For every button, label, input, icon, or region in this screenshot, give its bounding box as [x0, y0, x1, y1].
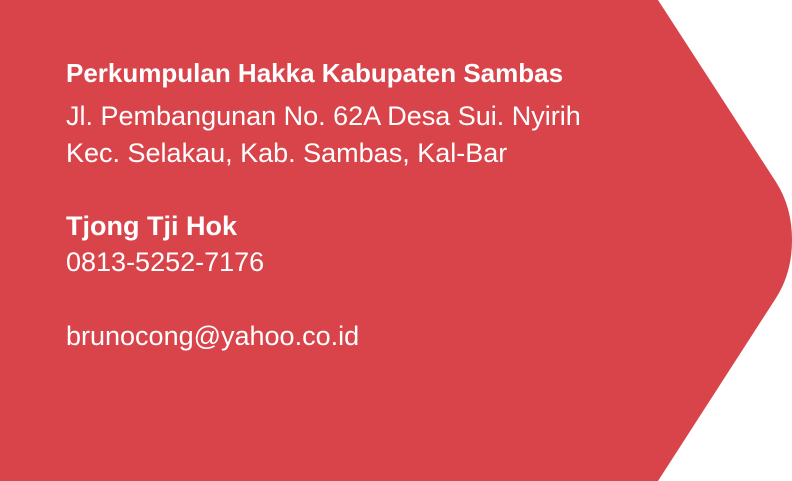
address-line-2: Kec. Selakau, Kab. Sambas, Kal-Bar	[66, 138, 508, 168]
phone-number: 0813-5252-7176	[66, 247, 265, 277]
contact-person-name: Tjong Tji Hok	[66, 211, 237, 241]
contact-card: Perkumpulan Hakka Kabupaten Sambas Jl. P…	[0, 0, 792, 481]
contact-details: Perkumpulan Hakka Kabupaten Sambas Jl. P…	[66, 56, 706, 354]
organization-name: Perkumpulan Hakka Kabupaten Sambas	[66, 58, 564, 88]
address-line-1: Jl. Pembangunan No. 62A Desa Sui. Nyirih	[66, 101, 581, 131]
email-address: brunocong@yahoo.co.id	[66, 321, 360, 351]
